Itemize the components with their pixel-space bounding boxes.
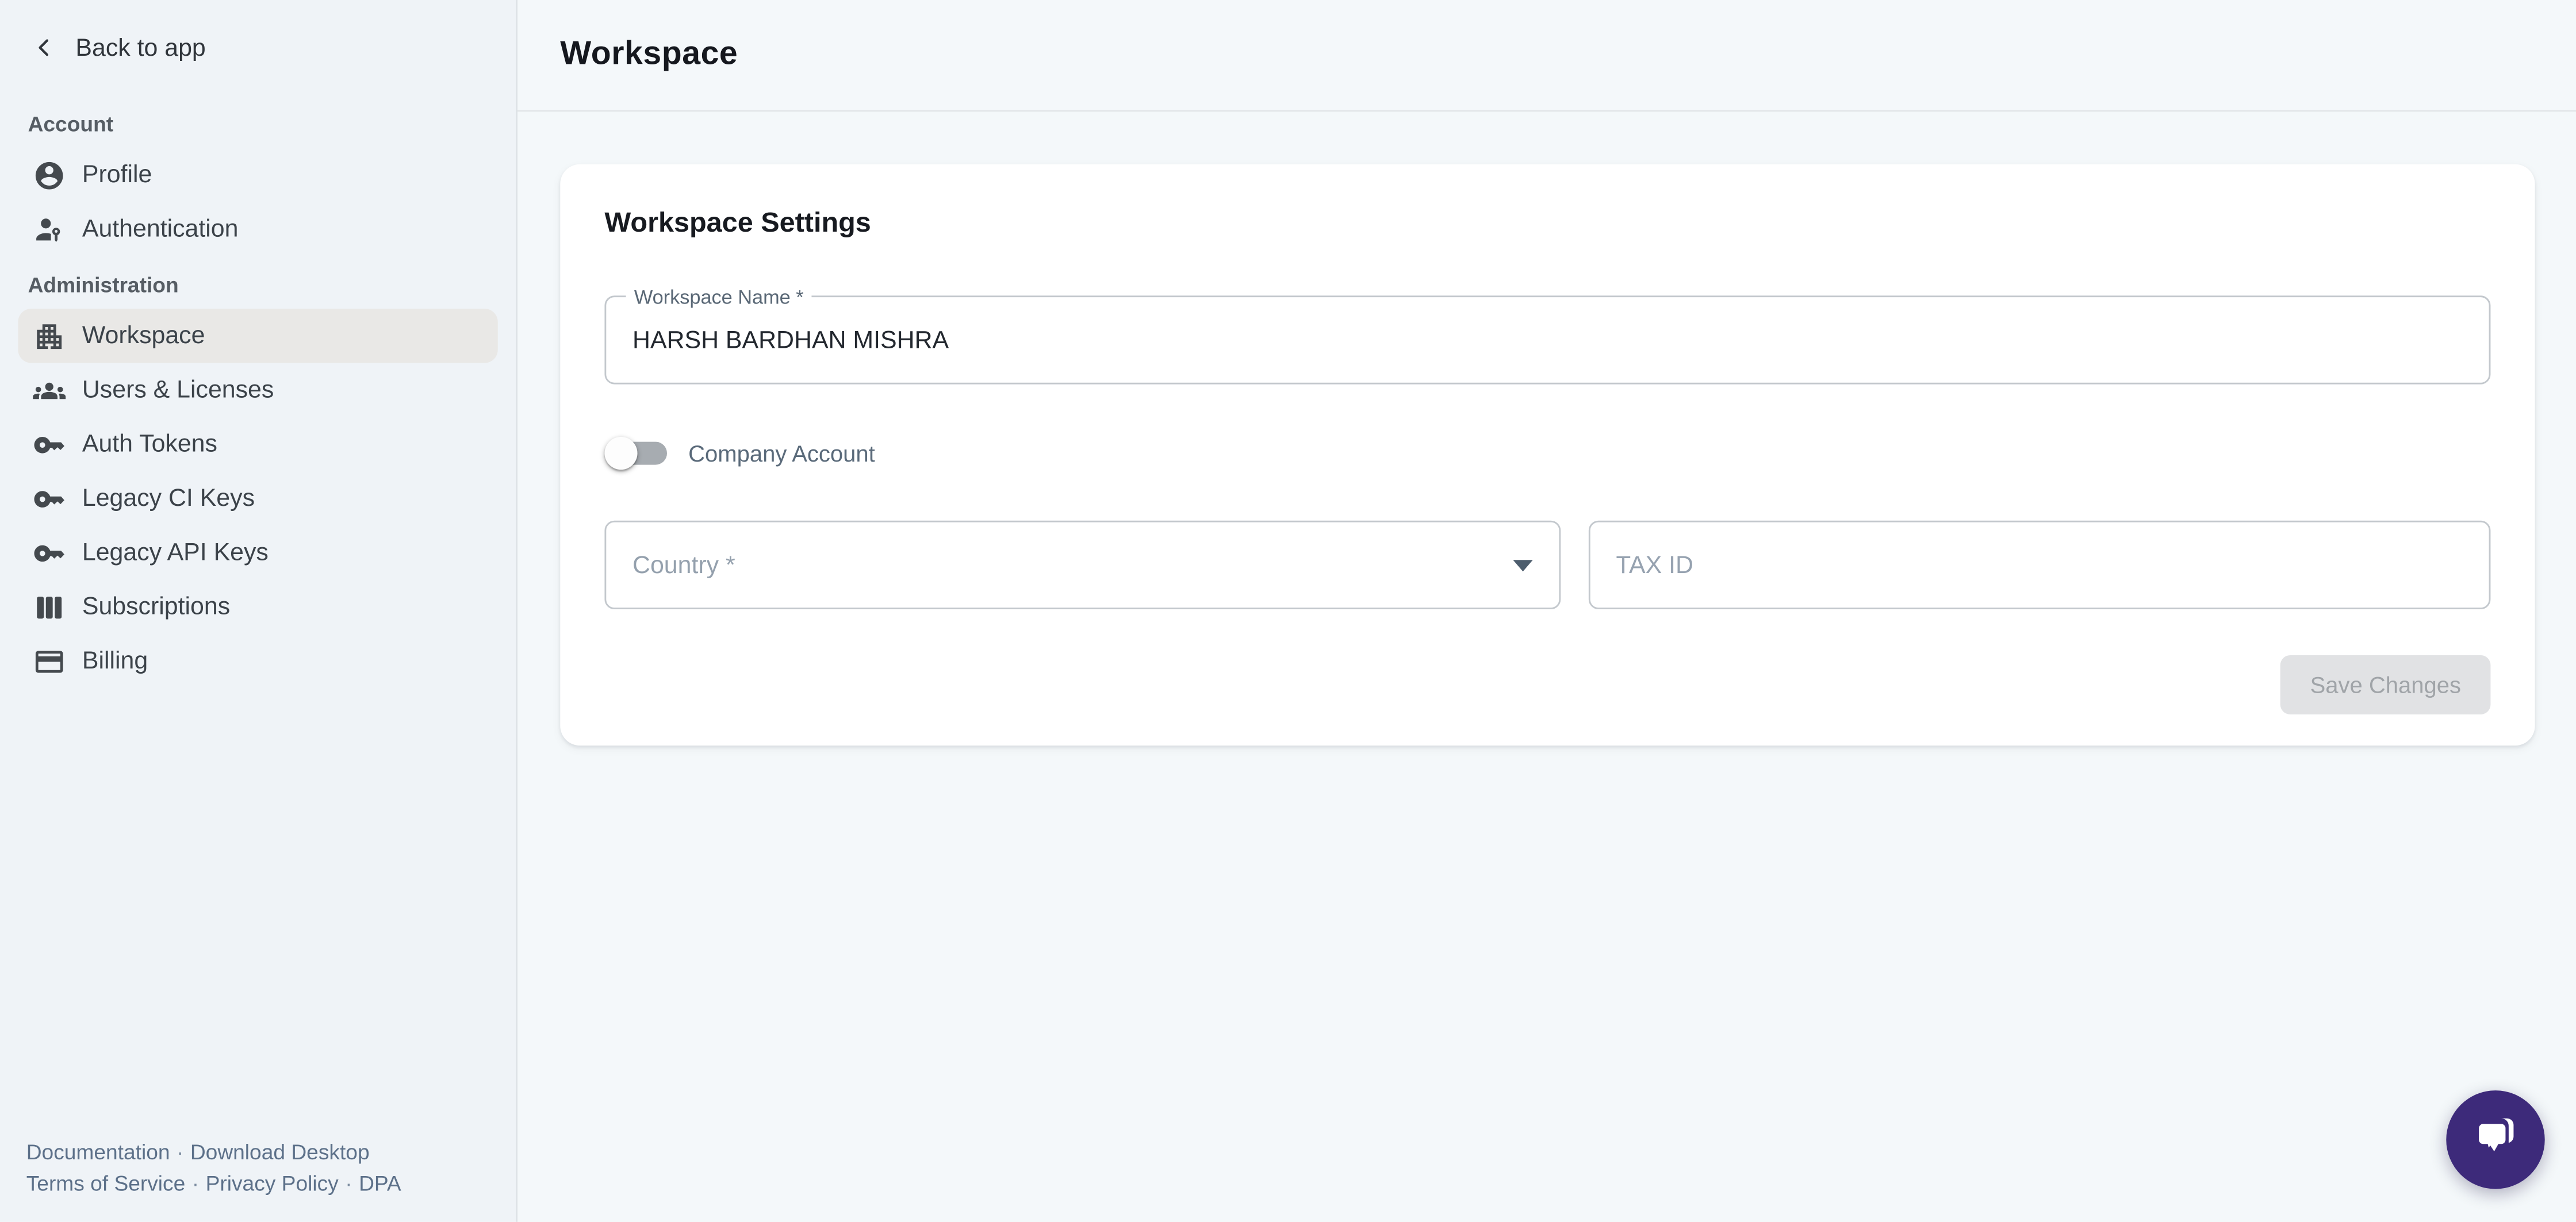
main-area: Workspace Workspace Settings Workspace N… xyxy=(518,0,2576,1222)
privacy-policy-link[interactable]: Privacy Policy xyxy=(206,1171,339,1196)
card-actions: Save Changes xyxy=(604,655,2490,714)
company-account-row: Company Account xyxy=(604,433,2490,473)
sidebar-item-label: Billing xyxy=(82,647,148,675)
sidebar-item-label: Authentication xyxy=(82,215,239,243)
footer-line-2: Terms of Service·Privacy Policy·DPA xyxy=(26,1168,493,1199)
administration-nav-list: Workspace Users & Licenses Auth Tokens L… xyxy=(0,309,516,688)
workspace-name-field: Workspace Name * xyxy=(604,295,2490,384)
documentation-link[interactable]: Documentation xyxy=(26,1140,170,1165)
company-account-label: Company Account xyxy=(688,440,875,467)
account-nav-list: Profile Authentication xyxy=(0,148,516,256)
sidebar-item-label: Profile xyxy=(82,161,152,189)
sidebar-item-workspace[interactable]: Workspace xyxy=(18,309,497,363)
country-select[interactable]: Country * xyxy=(604,521,1559,609)
sidebar-footer: Documentation·Download Desktop Terms of … xyxy=(0,1136,516,1222)
page-title: Workspace xyxy=(560,36,738,74)
company-account-toggle[interactable] xyxy=(604,437,667,470)
groups-icon xyxy=(33,374,66,406)
sidebar-item-label: Legacy API Keys xyxy=(82,539,269,567)
account-circle-icon xyxy=(33,159,66,191)
chat-bubbles-icon xyxy=(2469,1109,2521,1170)
sidebar-item-label: Legacy CI Keys xyxy=(82,485,255,513)
settings-sidebar: Back to app Account Profile Authenticati… xyxy=(0,0,518,1222)
dropdown-arrow-icon xyxy=(1512,559,1532,571)
sidebar-item-billing[interactable]: Billing xyxy=(0,634,516,688)
sidebar-item-subscriptions[interactable]: Subscriptions xyxy=(0,580,516,634)
country-tax-row: Country * xyxy=(604,521,2490,609)
sidebar-item-users-licenses[interactable]: Users & Licenses xyxy=(0,363,516,417)
save-changes-button[interactable]: Save Changes xyxy=(2280,655,2490,714)
sidebar-item-profile[interactable]: Profile xyxy=(0,148,516,202)
country-label: Country * xyxy=(632,551,735,579)
key-icon xyxy=(33,428,66,460)
footer-separator: · xyxy=(339,1171,359,1196)
back-to-app-button[interactable]: Back to app xyxy=(0,26,516,69)
footer-separator: · xyxy=(185,1171,205,1196)
apartment-icon xyxy=(33,320,66,352)
download-desktop-link[interactable]: Download Desktop xyxy=(190,1140,370,1165)
footer-line-1: Documentation·Download Desktop xyxy=(26,1136,493,1167)
tax-id-field xyxy=(1588,521,2490,609)
section-header-administration: Administration xyxy=(0,270,516,299)
passkey-icon xyxy=(33,213,66,245)
card-title: Workspace Settings xyxy=(604,207,2490,240)
workspace-name-input[interactable] xyxy=(606,297,2489,383)
sidebar-item-legacy-api-keys[interactable]: Legacy API Keys xyxy=(0,525,516,579)
section-header-account: Account xyxy=(0,109,516,138)
workspace-settings-card: Workspace Settings Workspace Name * Comp… xyxy=(560,164,2535,746)
key-icon xyxy=(33,482,66,515)
content-area: Workspace Settings Workspace Name * Comp… xyxy=(518,112,2576,746)
sidebar-item-legacy-ci-keys[interactable]: Legacy CI Keys xyxy=(0,471,516,525)
sidebar-item-label: Auth Tokens xyxy=(82,431,217,459)
sidebar-item-auth-tokens[interactable]: Auth Tokens xyxy=(0,417,516,471)
app-window: Back to app Account Profile Authenticati… xyxy=(0,0,2576,1222)
chevron-left-icon xyxy=(31,34,57,61)
sidebar-item-authentication[interactable]: Authentication xyxy=(0,202,516,256)
sidebar-item-label: Subscriptions xyxy=(82,593,230,621)
footer-separator: · xyxy=(170,1140,190,1165)
tax-id-input[interactable] xyxy=(1589,522,2489,608)
back-to-app-label: Back to app xyxy=(75,34,205,62)
chat-launcher-button[interactable] xyxy=(2446,1090,2544,1189)
columns-icon xyxy=(33,590,66,623)
toggle-thumb xyxy=(604,437,637,470)
workspace-name-label: Workspace Name * xyxy=(626,286,812,309)
sidebar-item-label: Users & Licenses xyxy=(82,376,274,404)
terms-of-service-link[interactable]: Terms of Service xyxy=(26,1171,186,1196)
key-icon xyxy=(33,536,66,569)
sidebar-item-label: Workspace xyxy=(82,322,205,350)
credit-card-icon xyxy=(33,644,66,677)
dpa-link[interactable]: DPA xyxy=(359,1171,401,1196)
page-header: Workspace xyxy=(518,0,2576,112)
